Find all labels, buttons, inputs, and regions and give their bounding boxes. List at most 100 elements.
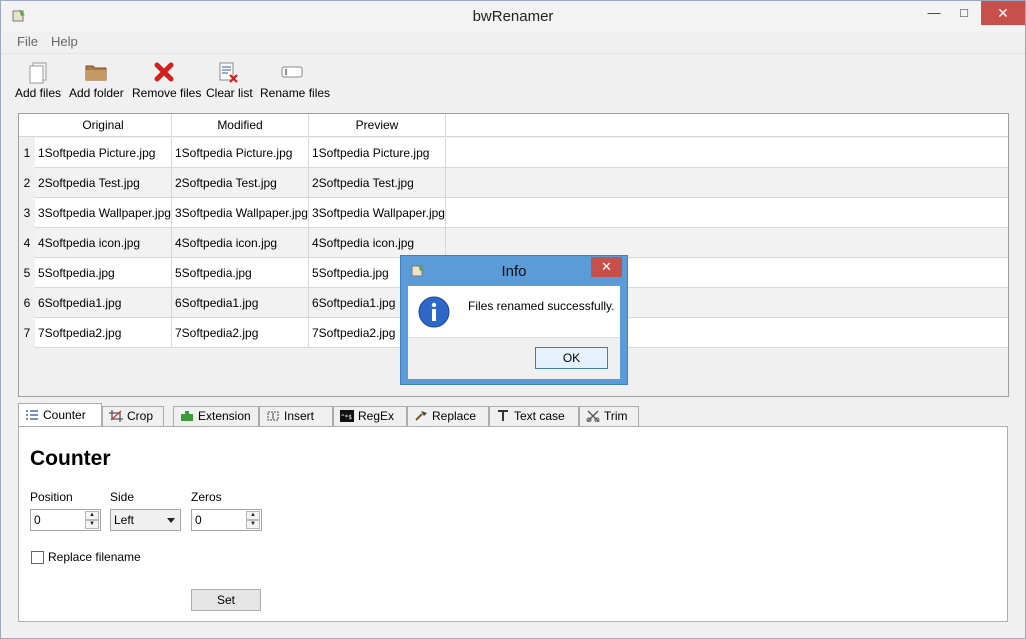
row-number: 6 [19, 288, 35, 318]
column-original[interactable]: Original [35, 114, 172, 137]
cell-original[interactable]: 3Softpedia Wallpaper.jpg [35, 198, 172, 228]
minimize-button[interactable]: — [919, 1, 949, 25]
add-files-button[interactable]: Add files [15, 60, 61, 100]
zeros-up-arrow-icon[interactable]: ▲ [246, 511, 260, 520]
tab-trim-label: Trim [604, 409, 628, 423]
table-row[interactable]: 4 4Softpedia icon.jpg 4Softpedia icon.jp… [19, 228, 1008, 258]
row-number: 4 [19, 228, 35, 258]
tab-extension[interactable]: Extension [173, 406, 259, 427]
cell-modified[interactable]: 1Softpedia Picture.jpg [172, 138, 309, 168]
zeros-label: Zeros [191, 490, 222, 504]
text-case-icon [498, 410, 508, 421]
rename-files-button[interactable]: Rename files [260, 60, 330, 100]
close-button[interactable]: ✕ [981, 1, 1025, 25]
replace-filename-checkbox[interactable] [31, 551, 44, 564]
tab-replace-label: Replace [432, 409, 477, 423]
cell-modified[interactable]: 2Softpedia Test.jpg [172, 168, 309, 198]
chevron-down-icon [167, 518, 175, 523]
table-header: Original Modified Preview [19, 114, 1008, 137]
row-number: 3 [19, 198, 35, 228]
menu-help[interactable]: Help [51, 34, 78, 49]
table-row[interactable]: 1 1Softpedia Picture.jpg 1Softpedia Pict… [19, 138, 1008, 168]
tab-replace[interactable]: Replace [407, 406, 489, 427]
remove-files-button[interactable]: Remove files [132, 60, 201, 100]
row-number: 5 [19, 258, 35, 288]
cell-preview[interactable]: 4Softpedia icon.jpg [309, 228, 446, 258]
zeros-down-arrow-icon[interactable]: ▼ [246, 520, 260, 529]
cell-modified[interactable]: 4Softpedia icon.jpg [172, 228, 309, 258]
regex-icon: ^*$ [340, 410, 354, 422]
tab-bar: Counter Crop Extension Insert ^*$ RegEx R… [18, 403, 1008, 427]
tab-crop[interactable]: Crop [102, 406, 164, 427]
row-number: 7 [19, 318, 35, 348]
info-icon [418, 296, 450, 328]
info-dialog: Info ✕ Files renamed successfully. OK [400, 255, 628, 385]
add-folder-button[interactable]: Add folder [69, 60, 124, 100]
tab-regex-label: RegEx [358, 409, 395, 423]
side-value: Left [114, 513, 135, 527]
tab-crop-label: Crop [127, 409, 154, 423]
position-label: Position [30, 490, 73, 504]
cell-original[interactable]: 4Softpedia icon.jpg [35, 228, 172, 258]
position-down-arrow-icon[interactable]: ▼ [85, 520, 99, 529]
folder-icon [85, 65, 107, 81]
cell-preview[interactable]: 1Softpedia Picture.jpg [309, 138, 446, 168]
cell-original[interactable]: 2Softpedia Test.jpg [35, 168, 172, 198]
trim-icon [586, 410, 600, 422]
menu-file[interactable]: File [17, 34, 38, 49]
cell-modified[interactable]: 5Softpedia.jpg [172, 258, 309, 288]
counter-panel: Counter Position 0 ▲ ▼ Side Left Zeros 0… [18, 426, 1008, 622]
zeros-value: 0 [195, 513, 202, 527]
title-bar: bwRenamer — □ ✕ [1, 1, 1025, 31]
position-spinbox[interactable]: 0 ▲ ▼ [30, 509, 101, 531]
menu-bar: File Help [1, 32, 1025, 52]
tab-regex[interactable]: ^*$ RegEx [333, 406, 407, 427]
cell-preview[interactable]: 3Softpedia Wallpaper.jpg [309, 198, 446, 228]
replace-icon [415, 411, 427, 421]
table-row[interactable]: 3 3Softpedia Wallpaper.jpg 3Softpedia Wa… [19, 198, 1008, 228]
position-value: 0 [34, 513, 41, 527]
position-up-arrow-icon[interactable]: ▲ [85, 511, 99, 520]
dialog-message: Files renamed successfully. [468, 299, 615, 313]
counter-icon [26, 410, 38, 420]
cell-original[interactable]: 7Softpedia2.jpg [35, 318, 172, 348]
table-row[interactable]: 2 2Softpedia Test.jpg 2Softpedia Test.jp… [19, 168, 1008, 198]
side-select[interactable]: Left [110, 509, 181, 531]
tab-extension-label: Extension [198, 409, 251, 423]
tab-counter[interactable]: Counter [18, 403, 102, 427]
column-modified[interactable]: Modified [172, 114, 309, 137]
add-files-label: Add files [15, 86, 62, 100]
maximize-button[interactable]: □ [949, 1, 979, 25]
row-number: 2 [19, 168, 35, 198]
remove-files-label: Remove files [132, 86, 202, 100]
extension-icon [181, 411, 193, 421]
toolbar: Add files Add folder Remove files Clear … [1, 53, 1025, 103]
replace-filename-label: Replace filename [48, 550, 141, 564]
clear-list-button[interactable]: Clear list [206, 60, 253, 100]
rename-icon [281, 66, 303, 78]
dialog-footer: OK [408, 337, 620, 379]
cell-preview[interactable]: 2Softpedia Test.jpg [309, 168, 446, 198]
svg-text:^*$: ^*$ [341, 414, 352, 421]
tab-insert[interactable]: Insert [259, 406, 333, 427]
panel-heading: Counter [30, 447, 111, 470]
ok-button[interactable]: OK [535, 347, 608, 369]
cell-original[interactable]: 6Softpedia1.jpg [35, 288, 172, 318]
cell-modified[interactable]: 6Softpedia1.jpg [172, 288, 309, 318]
tab-text-case[interactable]: Text case [489, 406, 579, 427]
column-preview[interactable]: Preview [309, 114, 446, 137]
tab-text-case-label: Text case [514, 409, 565, 423]
dialog-close-button[interactable]: ✕ [591, 257, 622, 277]
cell-modified[interactable]: 3Softpedia Wallpaper.jpg [172, 198, 309, 228]
cell-modified[interactable]: 7Softpedia2.jpg [172, 318, 309, 348]
dialog-body: Files renamed successfully. [408, 286, 620, 337]
set-button[interactable]: Set [191, 589, 261, 611]
clear-list-label: Clear list [206, 86, 253, 100]
cell-original[interactable]: 5Softpedia.jpg [35, 258, 172, 288]
zeros-spinbox[interactable]: 0 ▲ ▼ [191, 509, 262, 531]
cell-original[interactable]: 1Softpedia Picture.jpg [35, 138, 172, 168]
red-x-icon [154, 62, 174, 82]
tab-insert-label: Insert [284, 409, 315, 423]
clear-list-icon [219, 62, 238, 83]
tab-trim[interactable]: Trim [579, 406, 639, 427]
